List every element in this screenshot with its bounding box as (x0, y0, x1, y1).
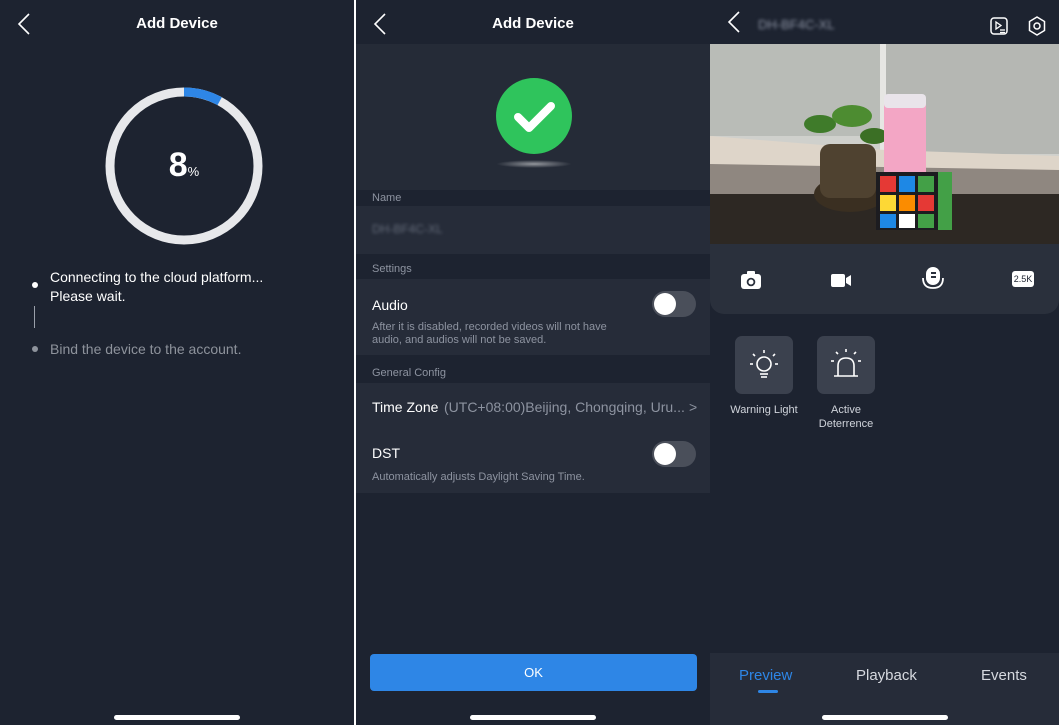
time-zone-label: Time Zone (372, 399, 439, 415)
live-preview-screen: DH-BF4C-XL 2.5K Warning Light Active Det… (710, 0, 1059, 725)
chevron-right-icon: > (689, 399, 698, 415)
home-indicator (821, 715, 948, 720)
toggle-knob (654, 293, 676, 315)
general-section-label: General Config (372, 367, 446, 379)
step-connecting-text: Connecting to the cloud platform... (50, 269, 264, 285)
tab-events[interactable]: Events (981, 667, 1027, 684)
dst-toggle[interactable] (652, 441, 696, 467)
active-deterrence-label-line1: Active (831, 404, 861, 416)
dst-description: Automatically adjusts Daylight Saving Ti… (372, 471, 585, 483)
progress-value: 8 (168, 146, 188, 184)
live-video-view[interactable] (710, 44, 1059, 244)
snapshot-icon[interactable] (740, 270, 762, 290)
progress-percent: 8% (104, 146, 264, 185)
home-indicator (470, 715, 596, 720)
audio-description: After it is disabled, recorded videos wi… (372, 321, 607, 347)
ok-button[interactable]: OK (370, 654, 697, 691)
time-zone-row[interactable]: Time Zone (UTC+08:00)Beijing, Chongqing,… (356, 383, 710, 431)
name-section-label: Name (372, 192, 402, 204)
toggle-knob (654, 443, 676, 465)
active-deterrence-label-line2: Deterrence (818, 418, 874, 430)
audio-label: Audio (372, 297, 408, 313)
audio-row: Audio After it is disabled, recorded vid… (356, 279, 710, 355)
settings-section-label: Settings (372, 263, 412, 275)
nav-bar: Add Device (0, 0, 354, 48)
playback-list-icon[interactable] (989, 16, 1009, 36)
settings-icon[interactable] (1026, 15, 1048, 37)
warning-light-label: Warning Light (730, 404, 798, 416)
audio-description-line2: audio, and audios will not be saved. (372, 334, 547, 346)
active-tab-indicator (758, 690, 778, 693)
device-name-row[interactable]: DH-BF4C-XL (356, 206, 710, 254)
nav-bar: Add Device (356, 0, 710, 48)
page-title: Add Device (136, 15, 218, 32)
audio-description-line1: After it is disabled, recorded videos wi… (372, 321, 607, 333)
record-icon[interactable] (830, 270, 852, 290)
dst-row: DST Automatically adjusts Daylight Savin… (356, 431, 710, 493)
back-arrow-icon[interactable] (724, 10, 746, 34)
active-deterrence-button[interactable] (817, 336, 875, 394)
connect-screen: Add Device 8% Connecting to the cloud pl… (0, 0, 354, 725)
page-title: Add Device (492, 15, 574, 32)
talk-icon[interactable] (922, 266, 944, 292)
bulb-icon (750, 350, 778, 378)
time-zone-value: (UTC+08:00)Beijing, Chongqing, Uru... (444, 399, 685, 415)
check-circle-icon (496, 78, 572, 154)
step-dot-active (32, 282, 38, 288)
step-connecting-wait: Please wait. (50, 288, 126, 304)
resolution-button[interactable]: 2.5K (1012, 271, 1034, 287)
step-connector (34, 306, 35, 328)
camera-name: DH-BF4C-XL (758, 17, 835, 32)
tab-preview[interactable]: Preview (739, 667, 792, 684)
tab-playback[interactable]: Playback (856, 667, 917, 684)
preview-controls (710, 244, 1059, 314)
camera-feed-image (710, 44, 1059, 244)
step-connecting: Connecting to the cloud platform... Plea… (50, 268, 263, 306)
progress-unit: % (187, 164, 200, 179)
success-shadow (496, 160, 572, 168)
active-deterrence-label: Active Deterrence (806, 403, 886, 431)
warning-light-button[interactable] (735, 336, 793, 394)
device-name: DH-BF4C-XL (372, 222, 443, 236)
device-settings-screen: Add Device Name DH-BF4C-XL Settings Audi… (356, 0, 710, 725)
audio-toggle[interactable] (652, 291, 696, 317)
step-bind: Bind the device to the account. (50, 341, 242, 357)
step-dot-pending (32, 346, 38, 352)
siren-icon (831, 349, 861, 377)
home-indicator (114, 715, 240, 720)
dst-label: DST (372, 445, 400, 461)
